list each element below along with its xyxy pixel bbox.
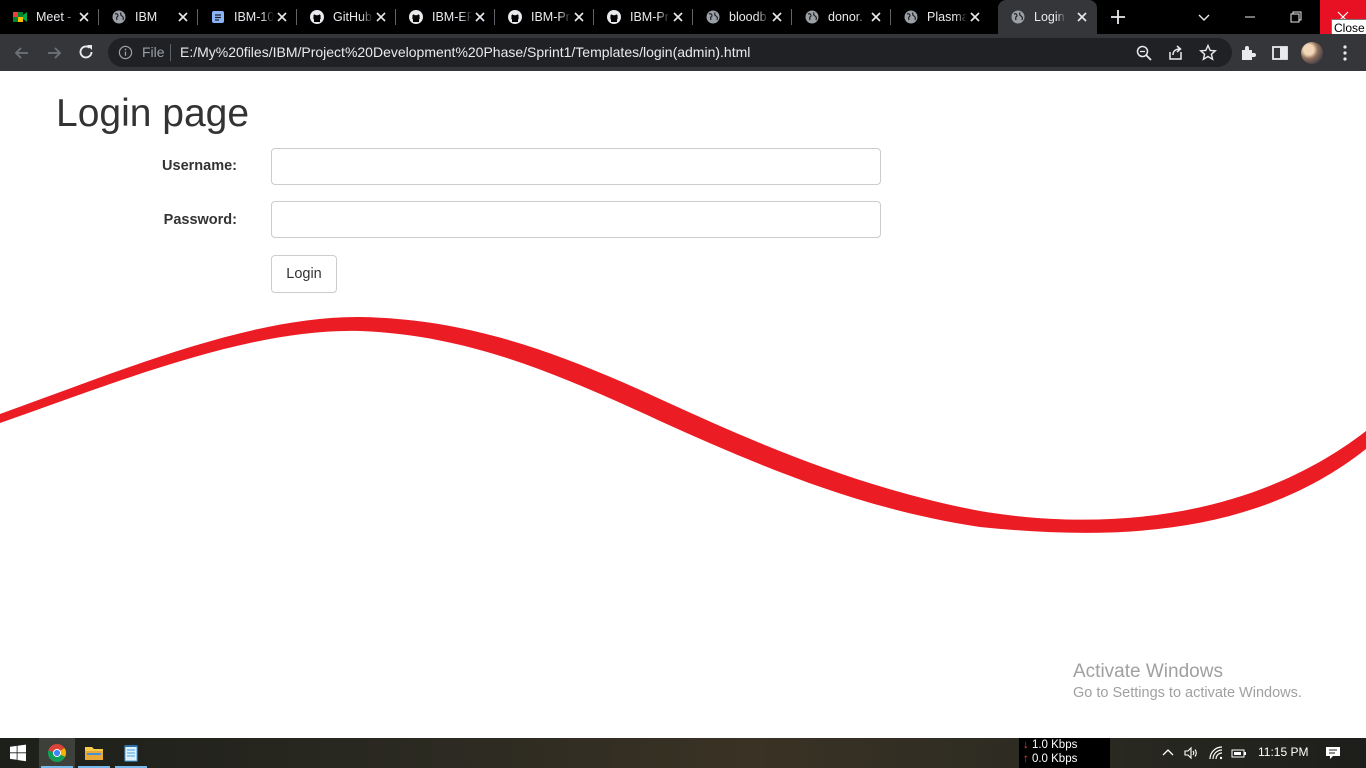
url-text[interactable]: E:/My%20files/IBM/Project%20Development%…: [180, 44, 750, 60]
more-menu-icon[interactable]: [1335, 43, 1355, 63]
action-center-icon[interactable]: [1325, 745, 1341, 761]
tab-title: Plasma: [927, 10, 967, 24]
restore-icon: [1290, 11, 1302, 23]
taskbar-notepad[interactable]: [113, 738, 149, 768]
tab-title: IBM-10: [234, 10, 274, 24]
password-label: Password:: [163, 212, 237, 228]
tab-close-icon[interactable]: [77, 10, 91, 24]
tab-item[interactable]: IBM-10: [198, 0, 297, 34]
tab-item[interactable]: IBM-Pr: [495, 0, 594, 34]
tab-close-icon[interactable]: [374, 10, 388, 24]
google-meet-icon: [13, 12, 27, 22]
wifi-icon[interactable]: [1208, 745, 1224, 761]
address-divider: [170, 44, 171, 61]
battery-icon[interactable]: [1231, 745, 1247, 761]
tab-close-icon[interactable]: [968, 10, 982, 24]
start-button[interactable]: [0, 738, 36, 768]
github-icon: [409, 10, 423, 24]
download-arrow-icon: ↓: [1023, 739, 1029, 751]
github-icon: [508, 10, 522, 24]
tab-title: IBM-EP: [432, 10, 472, 24]
login-button[interactable]: Login: [271, 255, 337, 293]
activate-windows-title: Activate Windows: [1073, 661, 1223, 682]
notepad-icon: [124, 745, 138, 762]
tab-search-button[interactable]: [1181, 0, 1227, 34]
chrome-icon: [47, 744, 67, 763]
tab-close-icon[interactable]: [473, 10, 487, 24]
tab-title: IBM-Pr: [531, 10, 570, 24]
new-tab-icon[interactable]: [1108, 7, 1128, 27]
system-clock[interactable]: 11:15 PM: [1258, 745, 1308, 759]
restore-button[interactable]: [1273, 0, 1319, 34]
username-label: Username:: [162, 158, 237, 174]
tab-item[interactable]: bloodb: [693, 0, 792, 34]
minimize-button[interactable]: [1227, 0, 1273, 34]
minimize-icon: [1245, 16, 1255, 18]
side-panel-icon[interactable]: [1270, 43, 1290, 63]
tab-title: GitHub: [333, 10, 372, 24]
scheme-label: File: [142, 44, 165, 60]
tab-item[interactable]: donor.: [792, 0, 891, 34]
tab-title: Meet -: [36, 10, 72, 24]
page-viewport: Login page Username: Password: Login Act…: [0, 71, 1366, 738]
tab-item[interactable]: IBM-EP: [396, 0, 495, 34]
globe-icon: [805, 10, 819, 24]
github-icon: [310, 10, 324, 24]
net-up: 0.0 Kbps: [1031, 753, 1078, 765]
tab-title: IBM: [135, 10, 158, 24]
net-down: 1.0 Kbps: [1031, 739, 1078, 751]
globe-icon: [706, 10, 720, 24]
tab-item[interactable]: IBM: [99, 0, 198, 34]
tab-active[interactable]: Login: [998, 0, 1097, 34]
tab-title: IBM-Pr: [630, 10, 669, 24]
page-title: Login page: [56, 92, 250, 135]
password-input[interactable]: [271, 201, 881, 238]
globe-icon: [904, 10, 918, 24]
file-explorer-icon: [85, 747, 103, 760]
globe-icon: [1011, 10, 1025, 24]
tab-item[interactable]: Meet -: [0, 0, 99, 34]
taskbar-file-explorer[interactable]: [76, 738, 112, 768]
activate-windows-subtitle: Go to Settings to activate Windows.: [1073, 685, 1302, 701]
back-arrow-icon[interactable]: [12, 43, 32, 63]
tab-close-icon[interactable]: [671, 10, 685, 24]
github-icon: [607, 10, 621, 24]
tab-close-icon[interactable]: [176, 10, 190, 24]
tab-close-icon[interactable]: [770, 10, 784, 24]
taskbar-chrome[interactable]: [39, 738, 75, 768]
username-input[interactable]: [271, 148, 881, 185]
network-speed-widget: ↓ 1.0 Kbps ↑ 0.0 Kbps: [1019, 738, 1110, 768]
reload-icon[interactable]: [76, 42, 96, 62]
volume-icon[interactable]: [1183, 745, 1199, 761]
tab-title: bloodb: [729, 10, 767, 24]
tab-close-icon[interactable]: [869, 10, 883, 24]
chevron-up-icon[interactable]: [1160, 745, 1176, 761]
windows-start-icon: [10, 744, 26, 762]
forward-arrow-icon[interactable]: [44, 43, 64, 63]
globe-icon: [112, 10, 126, 24]
tab-item[interactable]: Plasma: [891, 0, 990, 34]
tab-close-icon[interactable]: [572, 10, 586, 24]
bookmark-star-icon[interactable]: [1198, 43, 1218, 63]
upload-arrow-icon: ↑: [1023, 753, 1029, 765]
zoom-icon[interactable]: [1134, 43, 1154, 63]
doc-icon: [212, 11, 224, 23]
tab-close-icon[interactable]: [1075, 10, 1089, 24]
chevron-down-icon: [1198, 14, 1210, 21]
profile-avatar[interactable]: [1301, 42, 1323, 64]
extensions-puzzle-icon[interactable]: [1238, 43, 1258, 63]
tab-title: donor.: [828, 10, 863, 24]
share-icon[interactable]: [1166, 43, 1186, 63]
tab-title: Login: [1034, 10, 1065, 24]
tab-close-icon[interactable]: [275, 10, 289, 24]
tab-item[interactable]: GitHub: [297, 0, 396, 34]
tab-item[interactable]: IBM-Pr: [594, 0, 693, 34]
info-icon[interactable]: [118, 45, 133, 60]
